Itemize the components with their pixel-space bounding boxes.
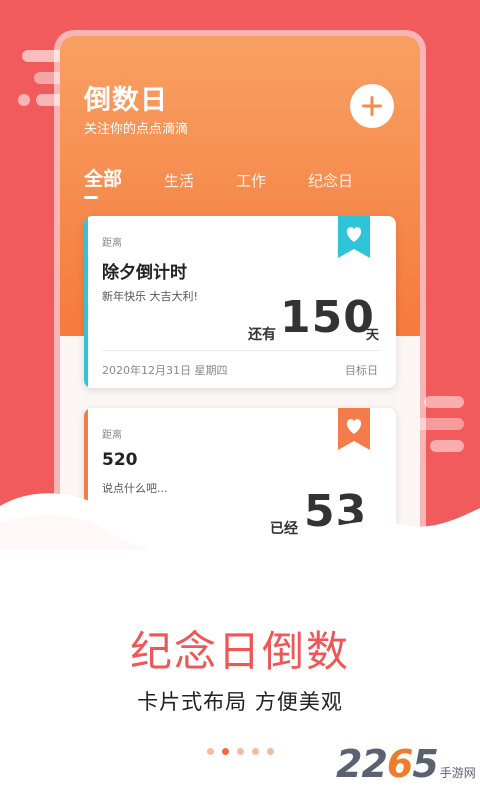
decor-bar	[416, 418, 464, 430]
plus-icon	[362, 96, 382, 116]
site-watermark: 2265 手游网	[336, 742, 476, 786]
phone-mockup: 倒数日 关注你的点点滴滴 全部 生活 工作 纪念日 距离 除夕倒计时 新年快乐 …	[60, 36, 420, 556]
watermark-text: 手游网	[439, 766, 476, 780]
category-tabs: 全部 生活 工作 纪念日	[60, 164, 420, 199]
heart-bookmark-icon	[338, 216, 370, 258]
page-dot[interactable]	[251, 748, 259, 755]
distance-label: 距离	[102, 430, 122, 441]
distance-label: 距离	[102, 238, 122, 249]
decor-bar	[424, 396, 464, 408]
add-button[interactable]	[350, 84, 394, 128]
target-label: 目标日	[345, 364, 378, 377]
app-title: 倒数日	[84, 85, 168, 116]
target-date: 2020年12月31日 星期四	[102, 364, 228, 377]
card-accent-bar	[84, 216, 88, 388]
promo-tagline: 卡片式布局 方便美观	[137, 690, 343, 714]
app-subtitle: 关注你的点点滴滴	[84, 122, 189, 137]
decor-dot	[18, 94, 30, 106]
card-divider	[102, 350, 380, 351]
page-dot-active[interactable]	[221, 748, 229, 755]
tab-life[interactable]: 生活	[164, 170, 194, 191]
page-dot[interactable]	[206, 748, 214, 755]
decor-bar	[430, 440, 464, 452]
page-dot[interactable]	[266, 748, 274, 755]
active-tab-indicator	[84, 196, 98, 199]
days-prefix: 还有	[248, 327, 276, 343]
heart-bookmark-icon	[338, 408, 370, 450]
tab-all[interactable]: 全部	[84, 164, 122, 191]
event-title: 除夕倒计时	[102, 263, 187, 283]
tab-work[interactable]: 工作	[236, 170, 266, 191]
tab-anniversary[interactable]: 纪念日	[308, 170, 353, 191]
watermark-logo: 2265	[336, 742, 439, 786]
days-count: 150	[280, 292, 375, 343]
event-card[interactable]: 距离 除夕倒计时 新年快乐 大吉大利! 还有 150 天 2020年12月31日…	[84, 216, 396, 388]
page-dot[interactable]	[236, 748, 244, 755]
days-unit: 天	[366, 328, 380, 343]
event-title: 520	[102, 450, 138, 470]
event-note: 新年快乐 大吉大利!	[102, 290, 198, 303]
promo-slogan: 纪念日倒数	[129, 627, 350, 676]
